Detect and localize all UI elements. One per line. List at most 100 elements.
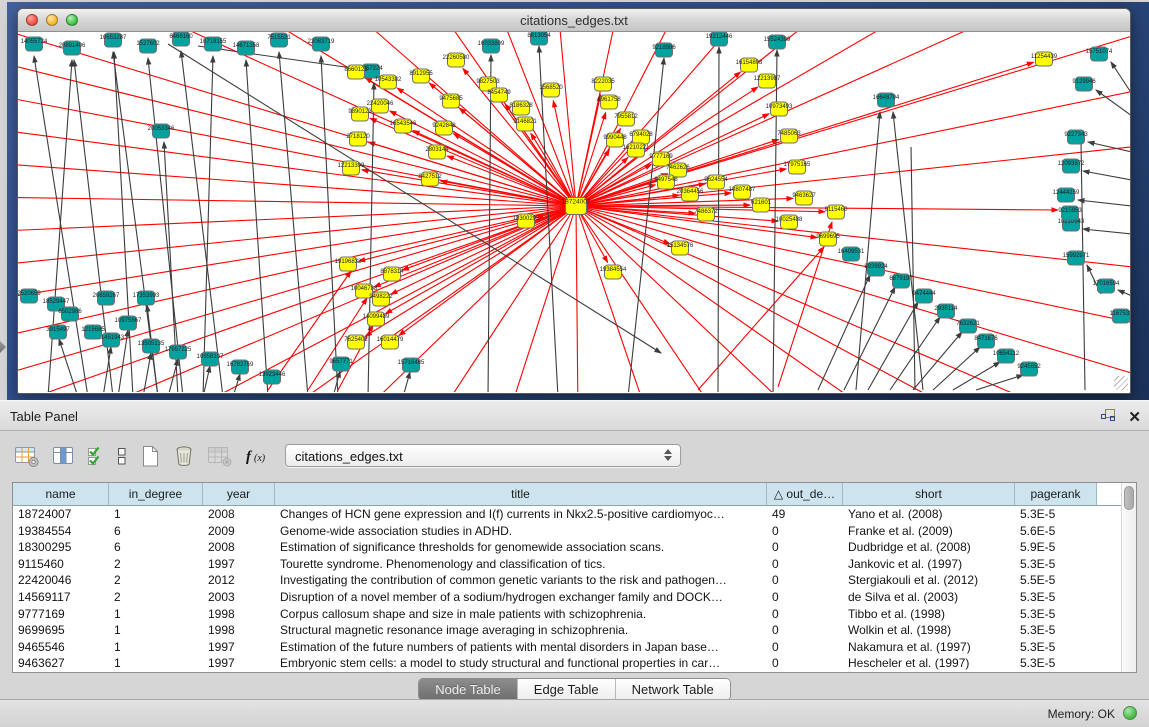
column-header-short[interactable]: short <box>843 483 1015 505</box>
graph-node-label: 15992971 <box>1063 253 1090 259</box>
close-panel-icon[interactable]: ✕ <box>1128 411 1141 425</box>
graph-node-label: 1568520 <box>539 85 563 91</box>
graph-node-label: 8186328 <box>509 103 533 109</box>
cell-name: 18724007 <box>13 506 109 523</box>
window-resize-grip[interactable] <box>1114 376 1128 390</box>
citation-edge-red <box>576 206 648 392</box>
citation-edge-red <box>18 92 576 206</box>
table-row[interactable]: 1456911722003Disruption of a novel membe… <box>13 589 1121 606</box>
graph-node-label: 17016504 <box>1093 281 1120 287</box>
cell-out_degree: 0 <box>767 639 843 656</box>
table-row[interactable]: 1872400712008Changes of HCN gene express… <box>13 506 1121 523</box>
network-window[interactable]: citations_edges.txt 14055724208914061065… <box>17 8 1131 394</box>
cell-pagerank: 5.3E-5 <box>1015 556 1097 573</box>
cell-year: 2009 <box>203 523 275 540</box>
function-builder-icon[interactable]: f(x) <box>244 443 270 469</box>
table-toolbar: f(x) <box>14 440 270 472</box>
window-titlebar[interactable]: citations_edges.txt <box>18 9 1130 32</box>
graph-node-label: 9474444 <box>912 291 936 297</box>
table-row[interactable]: 1830029562008Estimation of significance … <box>13 539 1121 556</box>
citation-edge-red <box>558 32 576 206</box>
tab-node-table[interactable]: Node Table <box>419 679 517 700</box>
cell-year: 1998 <box>203 622 275 639</box>
tab-edge-table[interactable]: Edge Table <box>517 679 615 700</box>
column-header-year[interactable]: year <box>203 483 275 505</box>
table-scrollbar[interactable] <box>1121 483 1136 672</box>
graph-node-label: 15751074 <box>1086 49 1113 55</box>
status-bar: Memory: OK <box>0 699 1149 727</box>
graph-node-label: 18529447 <box>43 299 70 305</box>
graph-node-label: 2520659 <box>18 291 41 297</box>
graph-node-label: 10807487 <box>729 187 756 193</box>
cell-out_degree: 0 <box>767 622 843 639</box>
cell-pagerank: 5.6E-5 <box>1015 523 1097 540</box>
graph-node-label: 6961758 <box>597 97 621 103</box>
graph-node-label: 7632621 <box>956 321 980 327</box>
cell-year: 2008 <box>203 539 275 556</box>
delete-column-icon[interactable] <box>172 443 196 469</box>
cell-in_degree: 1 <box>109 639 203 656</box>
graph-node-label: 6879197 <box>889 276 913 282</box>
graph-node-label: 20659267 <box>93 293 120 299</box>
cell-name: 9115460 <box>13 556 109 573</box>
graph-node-label: 16782759 <box>227 362 254 368</box>
row-height-icon[interactable] <box>116 443 128 469</box>
cell-name: 18300295 <box>13 539 109 556</box>
graph-node-label: 1527602 <box>136 41 160 47</box>
float-window-icon[interactable] <box>1100 408 1116 427</box>
table-row[interactable]: 911546021997Tourette syndrome. Phenomeno… <box>13 556 1121 573</box>
network-canvas[interactable]: 1405572420891406106532871527602646616010… <box>18 32 1130 392</box>
citation-edge-red <box>698 247 824 390</box>
graph-node-label: 9827503 <box>476 79 500 85</box>
graph-node-label: 10719155 <box>200 39 227 45</box>
show-columns-icon[interactable] <box>51 443 75 469</box>
cell-in_degree: 2 <box>109 572 203 589</box>
graph-node-label: 10973493 <box>766 104 793 110</box>
citation-edge-black <box>933 347 980 390</box>
column-header-in_degree[interactable]: in_degree <box>109 483 203 505</box>
column-header-name[interactable]: name <box>13 483 109 505</box>
table-row[interactable]: 946554611997Estimation of the future num… <box>13 639 1121 656</box>
table-scrollbar-thumb[interactable] <box>1124 486 1134 510</box>
table-row[interactable]: 977716911998Corpus callosum shape and si… <box>13 606 1121 623</box>
tab-network-table[interactable]: Network Table <box>615 679 730 700</box>
graph-node-label: 9777169 <box>649 154 673 160</box>
cell-short: Hescheler et al. (1997) <box>843 655 1015 672</box>
cell-title: Corpus callosum shape and size in male p… <box>275 606 767 623</box>
table-row[interactable]: 969969511998Structural magnetic resonanc… <box>13 622 1121 639</box>
select-all-icon[interactable] <box>86 443 105 469</box>
graph-node-label: 22260580 <box>443 55 470 61</box>
graph-node-label: 9990448 <box>603 135 627 141</box>
cell-short: Yano et al. (2008) <box>843 506 1015 523</box>
hidden-panel-handle[interactable] <box>0 341 6 353</box>
graph-node-label: 8813054 <box>527 33 551 39</box>
table-row[interactable]: 2242004622012Investigating the contribut… <box>13 572 1121 589</box>
graph-node-label: 15134576 <box>667 243 694 249</box>
cell-name: 9463627 <box>13 655 109 672</box>
column-header-pagerank[interactable]: pagerank <box>1015 483 1097 505</box>
table-selector-dropdown[interactable]: citations_edges.txt <box>285 444 681 467</box>
table-panel-body: f(x) citations_edges.txt namein_degreeye… <box>0 431 1149 699</box>
graph-node-label: 2803144 <box>425 147 449 153</box>
citation-edge-black <box>818 275 870 390</box>
cell-pagerank: 5.3E-5 <box>1015 589 1097 606</box>
graph-node-label: 3915497 <box>46 327 70 333</box>
new-column-icon[interactable] <box>139 443 161 469</box>
cell-in_degree: 1 <box>109 606 203 623</box>
graph-node-label: 19384554 <box>600 267 627 273</box>
import-table-icon[interactable] <box>207 443 233 469</box>
column-header-out_degree[interactable]: △ out_de… <box>767 483 843 505</box>
table-options-icon[interactable] <box>14 443 40 469</box>
table-row[interactable]: 1938455462009Genome-wide association stu… <box>13 523 1121 540</box>
citation-edge-red <box>576 206 798 392</box>
cell-out_degree: 0 <box>767 539 843 556</box>
graph-node-label: 6466160 <box>169 34 193 40</box>
column-header-title[interactable]: title <box>275 483 767 505</box>
graph-node-label: 621601 <box>751 200 772 206</box>
table-row[interactable]: 946362711997Embryonic stem cells: a mode… <box>13 655 1121 672</box>
graph-node-label: 16014479 <box>377 337 404 343</box>
citation-edge-red <box>399 206 576 336</box>
graph-node-label: 18300295 <box>513 216 540 222</box>
graph-node-label: 8222035 <box>591 79 615 85</box>
citation-edge-red <box>397 88 576 206</box>
